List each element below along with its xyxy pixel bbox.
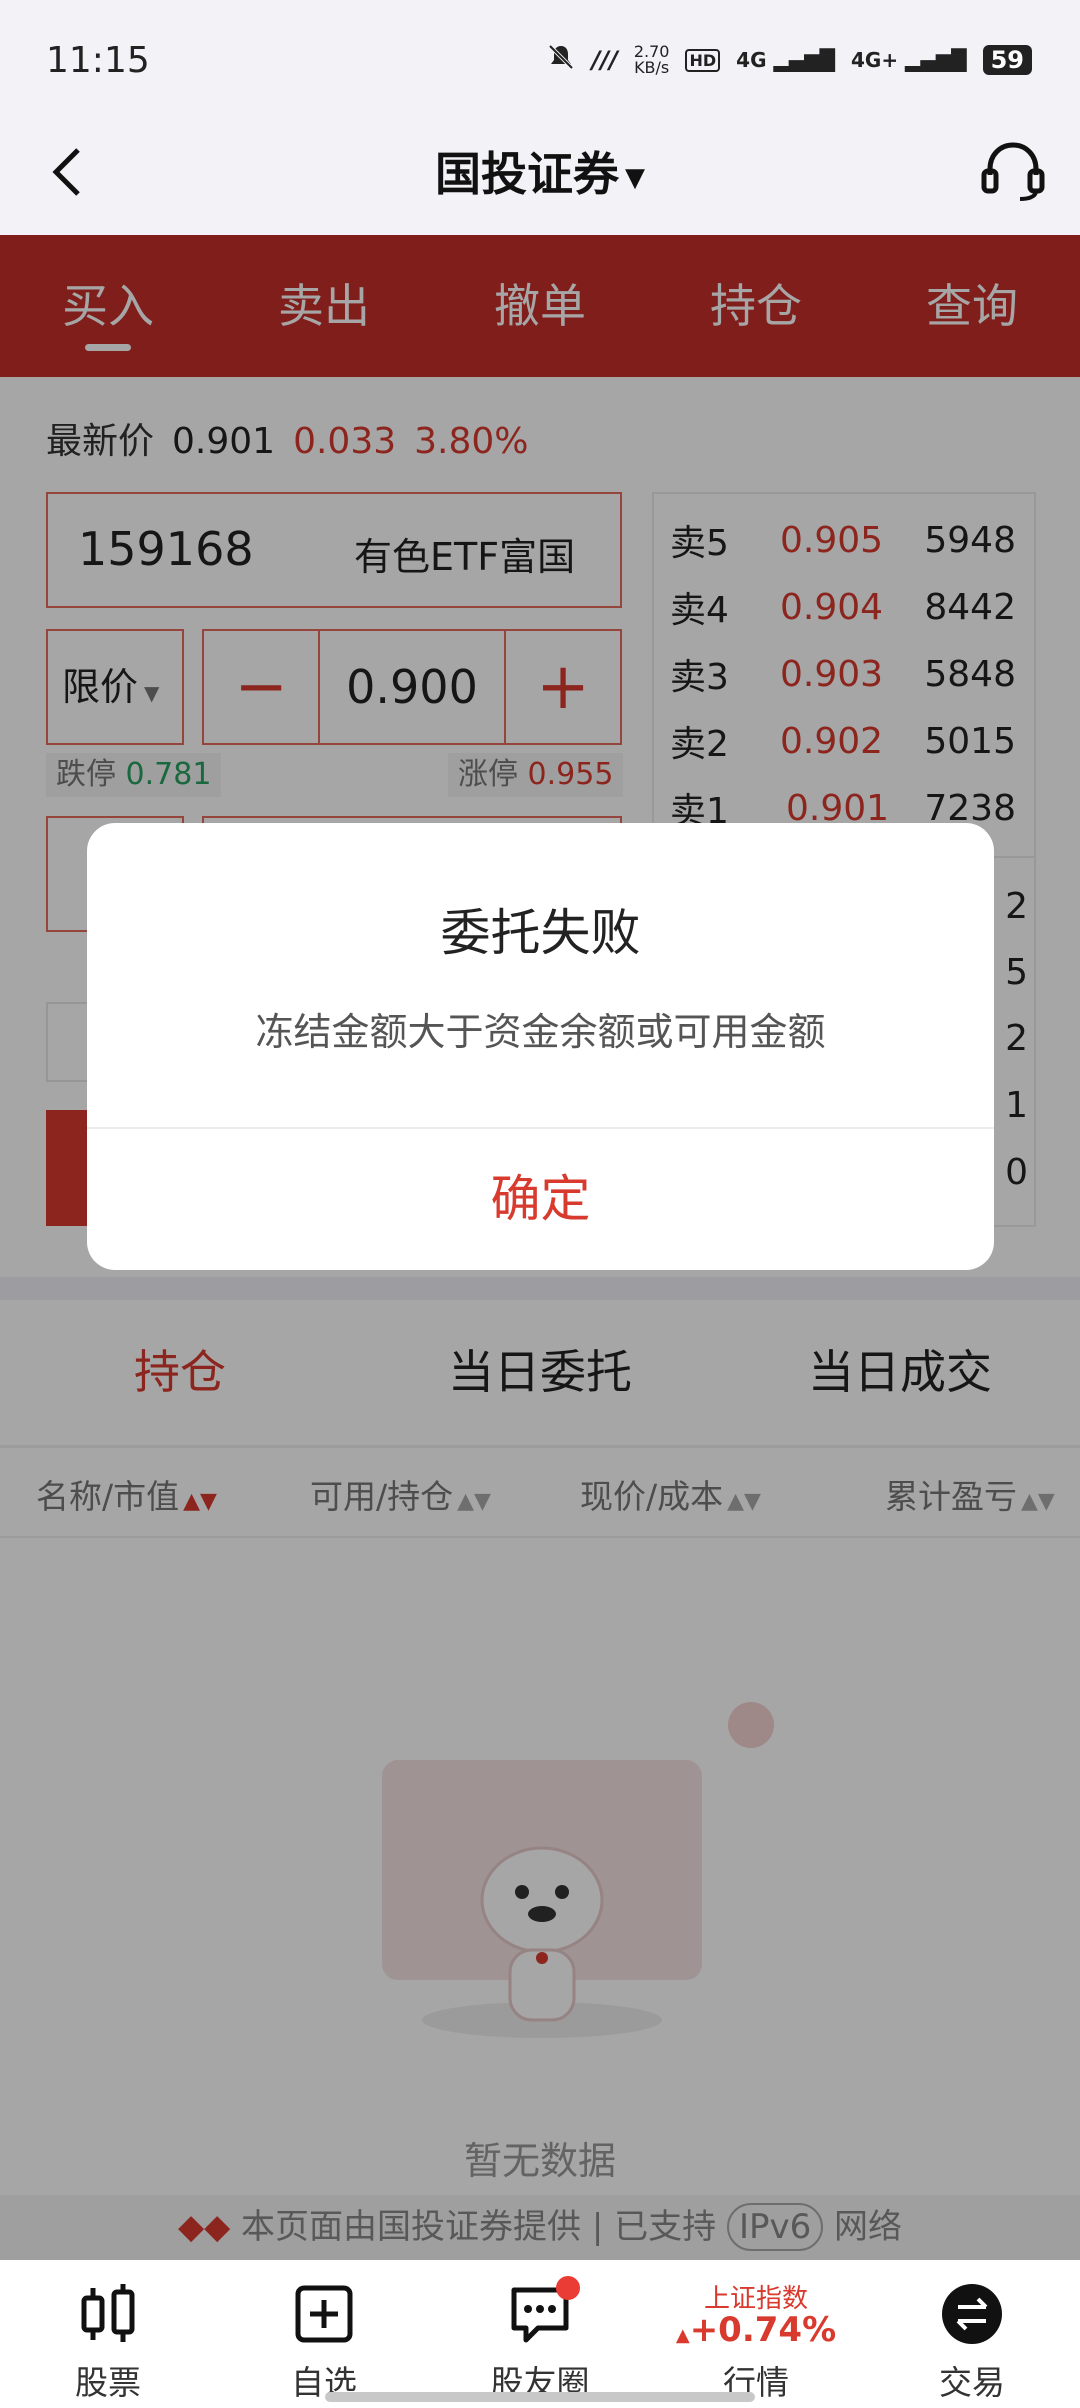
nav-label: 交易: [939, 2363, 1005, 2402]
broker-title[interactable]: 国投证券 ▼: [0, 138, 1080, 204]
error-dialog: 委托失败 冻结金额大于资金余额或可用金额 确定: [87, 823, 994, 1270]
nav-watchlist[interactable]: 自选: [216, 2260, 432, 2408]
dialog-message: 冻结金额大于资金余额或可用金额: [255, 1010, 826, 1054]
broker-title-text: 国投证券: [435, 147, 619, 201]
status-icons: /// 2.70 KB/s HD 4G ▂▄▆█ 4G+ ▂▄▆█ 59: [546, 42, 1032, 78]
battery-icon: 59: [982, 45, 1032, 75]
mute-icon: [546, 42, 576, 78]
bottom-nav: 股票 自选 股友圈 上证指数 ▲+0.74% 行情 交易: [0, 2260, 1080, 2408]
up-triangle-icon: ▲: [675, 2325, 690, 2346]
dialog-title: 委托失败: [440, 904, 641, 962]
candlestick-icon: [81, 2284, 135, 2342]
home-indicator: [325, 2392, 755, 2402]
signal-4gplus: 4G+ ▂▄▆█: [851, 48, 967, 72]
hd-icon: HD: [685, 48, 721, 72]
nav-label: 股票: [75, 2363, 141, 2402]
headset-icon[interactable]: [978, 137, 1048, 207]
exchange-icon: [942, 2284, 1002, 2344]
net-speed-unit: KB/s: [634, 58, 670, 77]
carrier-icon: ///: [591, 46, 618, 74]
status-time: 11:15: [46, 40, 150, 81]
nav-community[interactable]: 股友圈: [432, 2260, 648, 2408]
nav-trade[interactable]: 交易: [864, 2260, 1080, 2408]
net-speed: 2.70 KB/s: [634, 44, 670, 76]
caret-down-icon: ▼: [625, 162, 645, 193]
confirm-button[interactable]: 确定: [87, 1129, 994, 1270]
signal-4g: 4G ▂▄▆█: [736, 48, 835, 72]
plus-square-icon: [295, 2285, 353, 2343]
notification-dot: [556, 2276, 580, 2300]
index-change-value: +0.74%: [689, 2310, 837, 2350]
nav-stocks[interactable]: 股票: [0, 2260, 216, 2408]
index-change: ▲+0.74%: [648, 2310, 864, 2350]
signal-4gplus-label: 4G+: [851, 48, 899, 72]
nav-market[interactable]: 上证指数 ▲+0.74% 行情: [648, 2260, 864, 2408]
signal-4g-label: 4G: [736, 48, 767, 72]
